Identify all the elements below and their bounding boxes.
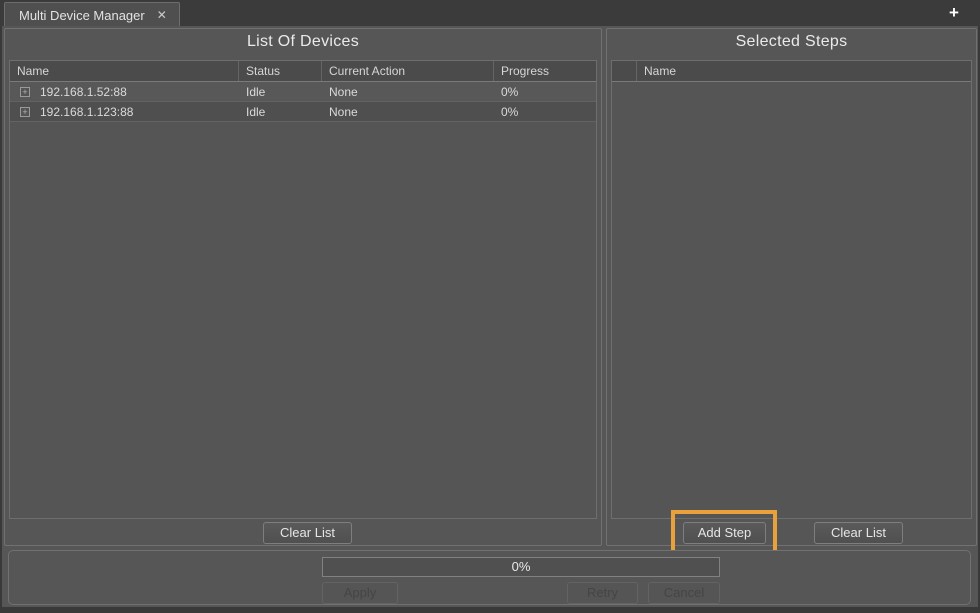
device-name-cell: + 192.168.1.123:88 — [10, 102, 239, 121]
device-progress: 0% — [494, 102, 596, 121]
column-header-progress[interactable]: Progress — [494, 61, 596, 81]
steps-clear-list-button[interactable]: Clear List — [814, 522, 903, 544]
footer-panel: 0% Apply Retry Cancel — [8, 550, 971, 605]
apply-button[interactable]: Apply — [322, 582, 398, 604]
device-name-cell: + 192.168.1.52:88 — [10, 82, 239, 101]
device-name: 192.168.1.52:88 — [40, 85, 127, 99]
table-row[interactable]: + 192.168.1.123:88 Idle None 0% — [10, 102, 596, 122]
expander-icon[interactable]: + — [20, 87, 30, 97]
steps-panel: Selected Steps Name Add Step Clear List — [606, 28, 977, 546]
tab-multi-device-manager[interactable]: Multi Device Manager ✕ — [4, 2, 180, 27]
devices-table-header: Name Status Current Action Progress — [10, 61, 596, 82]
expander-icon[interactable]: + — [20, 107, 30, 117]
steps-panel-title: Selected Steps — [607, 33, 976, 51]
cancel-button[interactable]: Cancel — [648, 582, 720, 604]
add-step-button[interactable]: Add Step — [683, 522, 766, 544]
tab-close-icon[interactable]: ✕ — [157, 8, 167, 22]
device-progress: 0% — [494, 82, 596, 101]
column-header-status[interactable]: Status — [239, 61, 322, 81]
column-header-current-action[interactable]: Current Action — [322, 61, 494, 81]
tab-label: Multi Device Manager — [19, 8, 145, 23]
device-action: None — [322, 82, 494, 101]
overall-progress-bar: 0% — [322, 557, 720, 577]
steps-gutter-column — [612, 61, 637, 81]
device-name: 192.168.1.123:88 — [40, 105, 133, 119]
steps-table: Name — [611, 60, 972, 519]
devices-panel-title: List Of Devices — [5, 33, 601, 51]
table-row[interactable]: + 192.168.1.52:88 Idle None 0% — [10, 82, 596, 102]
steps-table-header: Name — [612, 61, 971, 82]
device-status: Idle — [239, 82, 322, 101]
column-header-step-name[interactable]: Name — [637, 61, 971, 81]
tab-bar: Multi Device Manager ✕ + — [0, 0, 980, 26]
devices-clear-list-button[interactable]: Clear List — [263, 522, 352, 544]
column-header-name[interactable]: Name — [10, 61, 239, 81]
devices-panel: List Of Devices Name Status Current Acti… — [4, 28, 602, 546]
device-action: None — [322, 102, 494, 121]
retry-button[interactable]: Retry — [567, 582, 638, 604]
device-status: Idle — [239, 102, 322, 121]
devices-table: Name Status Current Action Progress + 19… — [9, 60, 597, 519]
new-tab-icon[interactable]: + — [944, 3, 964, 23]
